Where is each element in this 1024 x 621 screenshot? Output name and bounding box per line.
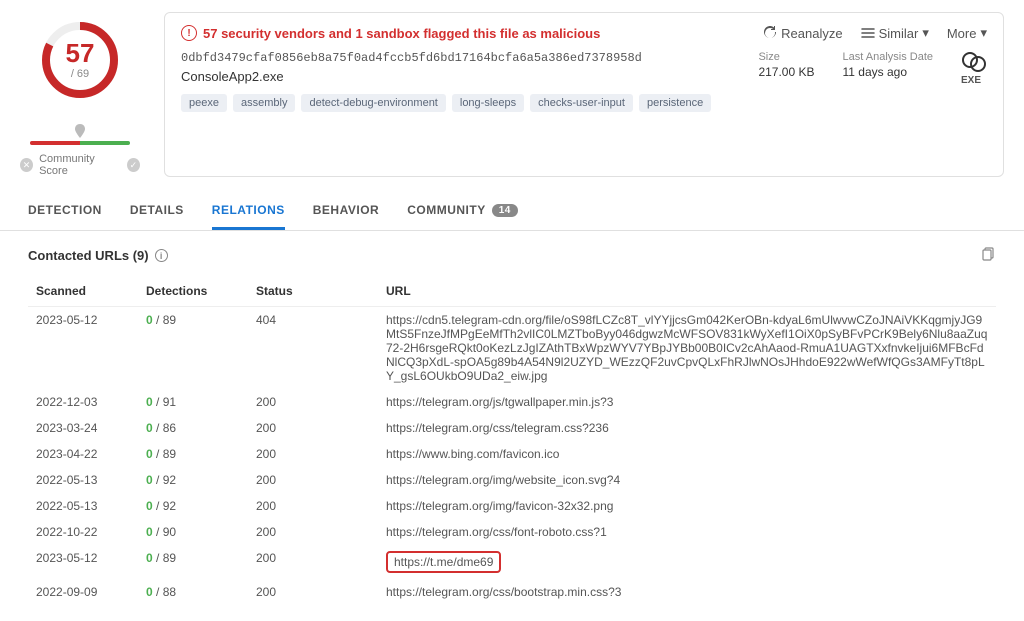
- similar-icon: [861, 26, 875, 40]
- malicious-alert: ! 57 security vendors and 1 sandbox flag…: [181, 25, 600, 41]
- section-title: Contacted URLs (9): [28, 248, 149, 263]
- reanalyze-button[interactable]: Reanalyze: [763, 26, 842, 41]
- cell-detections: 0 / 89: [138, 545, 248, 579]
- cell-url: https://telegram.org/css/bootstrap.min.c…: [378, 579, 996, 605]
- cell-status: 200: [248, 545, 378, 579]
- tab-details[interactable]: DETAILS: [130, 195, 184, 230]
- cell-scanned: 2022-05-13: [28, 493, 138, 519]
- file-tags: peexe assembly detect-debug-environment lon…: [181, 94, 711, 112]
- table-row[interactable]: 2022-12-030 / 91200https://telegram.org/…: [28, 389, 996, 415]
- community-count-badge: 14: [492, 204, 518, 217]
- file-tag[interactable]: assembly: [233, 94, 295, 112]
- cell-status: 200: [248, 467, 378, 493]
- chevron-down-icon: ▾: [980, 25, 987, 41]
- community-score: ✕ Community Score ✓: [20, 124, 140, 177]
- score-panel: 57 / 69 ✕ Community Score ✓: [20, 12, 140, 177]
- size-label: Size: [758, 51, 814, 63]
- cell-status: 200: [248, 579, 378, 605]
- date-value: 11 days ago: [843, 65, 934, 79]
- file-tag[interactable]: peexe: [181, 94, 227, 112]
- cell-scanned: 2022-12-03: [28, 389, 138, 415]
- cell-url: https://t.me/dme69: [378, 545, 996, 579]
- score-gauge: 57 / 69: [40, 20, 120, 100]
- cell-detections: 0 / 92: [138, 467, 248, 493]
- col-status: Status: [248, 276, 378, 307]
- cell-detections: 0 / 86: [138, 415, 248, 441]
- cell-detections: 0 / 89: [138, 441, 248, 467]
- refresh-icon: [763, 26, 777, 40]
- table-row[interactable]: 2022-09-090 / 88200https://telegram.org/…: [28, 579, 996, 605]
- info-icon[interactable]: i: [155, 249, 168, 262]
- cell-scanned: 2022-05-13: [28, 467, 138, 493]
- community-score-label: Community Score: [39, 153, 121, 177]
- table-row[interactable]: 2023-05-120 / 89200 https://t.me/dme69: [28, 545, 996, 579]
- col-url: URL: [378, 276, 996, 307]
- main-panel: ! 57 security vendors and 1 sandbox flag…: [164, 12, 1004, 177]
- cell-scanned: 2023-05-12: [28, 545, 138, 579]
- cell-detections: 0 / 91: [138, 389, 248, 415]
- file-type-icon: EXE: [961, 51, 987, 86]
- cell-scanned: 2022-10-22: [28, 519, 138, 545]
- cell-status: 200: [248, 519, 378, 545]
- cell-url: https://cdn5.telegram-cdn.org/file/oS98f…: [378, 307, 996, 390]
- copy-icon[interactable]: [982, 247, 996, 264]
- cell-detections: 0 / 89: [138, 307, 248, 390]
- file-name: ConsoleApp2.exe: [181, 69, 711, 84]
- check-chip-icon[interactable]: ✓: [127, 158, 140, 172]
- file-tag[interactable]: long-sleeps: [452, 94, 524, 112]
- cell-detections: 0 / 90: [138, 519, 248, 545]
- file-hash: 0dbfd3479cfaf0856eb8a75f0ad4fccb5fd6bd17…: [181, 51, 711, 65]
- cell-url: https://www.bing.com/favicon.ico: [378, 441, 996, 467]
- cell-status: 200: [248, 441, 378, 467]
- cell-scanned: 2023-04-22: [28, 441, 138, 467]
- table-row[interactable]: 2022-10-220 / 90200https://telegram.org/…: [28, 519, 996, 545]
- tab-community[interactable]: COMMUNITY 14: [407, 195, 518, 230]
- file-tag[interactable]: checks-user-input: [530, 94, 633, 112]
- cell-detections: 0 / 88: [138, 579, 248, 605]
- tab-detection[interactable]: DETECTION: [28, 195, 102, 230]
- cell-url: https://telegram.org/css/telegram.css?23…: [378, 415, 996, 441]
- cell-scanned: 2023-03-24: [28, 415, 138, 441]
- similar-button[interactable]: Similar ▾: [861, 25, 929, 41]
- file-tag[interactable]: detect-debug-environment: [301, 94, 445, 112]
- cell-url: https://telegram.org/img/favicon-32x32.p…: [378, 493, 996, 519]
- cell-detections: 0 / 92: [138, 493, 248, 519]
- cell-status: 404: [248, 307, 378, 390]
- table-row[interactable]: 2023-04-220 / 89200https://www.bing.com/…: [28, 441, 996, 467]
- tab-behavior[interactable]: BEHAVIOR: [313, 195, 379, 230]
- cell-url: https://telegram.org/js/tgwallpaper.min.…: [378, 389, 996, 415]
- alert-icon: !: [181, 25, 197, 41]
- size-value: 217.00 KB: [758, 65, 814, 79]
- cell-status: 200: [248, 415, 378, 441]
- table-row[interactable]: 2022-05-130 / 92200https://telegram.org/…: [28, 493, 996, 519]
- cell-scanned: 2022-09-09: [28, 579, 138, 605]
- table-row[interactable]: 2023-03-240 / 86200https://telegram.org/…: [28, 415, 996, 441]
- cell-url: https://telegram.org/css/font-roboto.css…: [378, 519, 996, 545]
- tabs: DETECTION DETAILS RELATIONS BEHAVIOR COM…: [0, 177, 1024, 231]
- cell-url: https://telegram.org/img/website_icon.sv…: [378, 467, 996, 493]
- score-total: / 69: [71, 68, 89, 80]
- chevron-down-icon: ▾: [922, 25, 929, 41]
- table-body: 2023-05-120 / 89404https://cdn5.telegram…: [28, 307, 996, 606]
- file-tag[interactable]: persistence: [639, 94, 711, 112]
- close-chip-icon[interactable]: ✕: [20, 158, 33, 172]
- col-scanned: Scanned: [28, 276, 138, 307]
- cell-scanned: 2023-05-12: [28, 307, 138, 390]
- pin-icon: [74, 124, 86, 141]
- col-detections: Detections: [138, 276, 248, 307]
- more-button[interactable]: More ▾: [947, 25, 987, 41]
- date-label: Last Analysis Date: [843, 51, 934, 63]
- cell-status: 200: [248, 389, 378, 415]
- table-row[interactable]: 2023-05-120 / 89404https://cdn5.telegram…: [28, 307, 996, 390]
- table-row[interactable]: 2022-05-130 / 92200https://telegram.org/…: [28, 467, 996, 493]
- alert-text: 57 security vendors and 1 sandbox flagge…: [203, 26, 600, 41]
- contacted-urls-table: Scanned Detections Status URL 2023-05-12…: [28, 276, 996, 605]
- cell-status: 200: [248, 493, 378, 519]
- score-value: 57: [66, 40, 95, 66]
- tab-relations[interactable]: RELATIONS: [212, 195, 285, 230]
- highlighted-url: https://t.me/dme69: [386, 551, 501, 573]
